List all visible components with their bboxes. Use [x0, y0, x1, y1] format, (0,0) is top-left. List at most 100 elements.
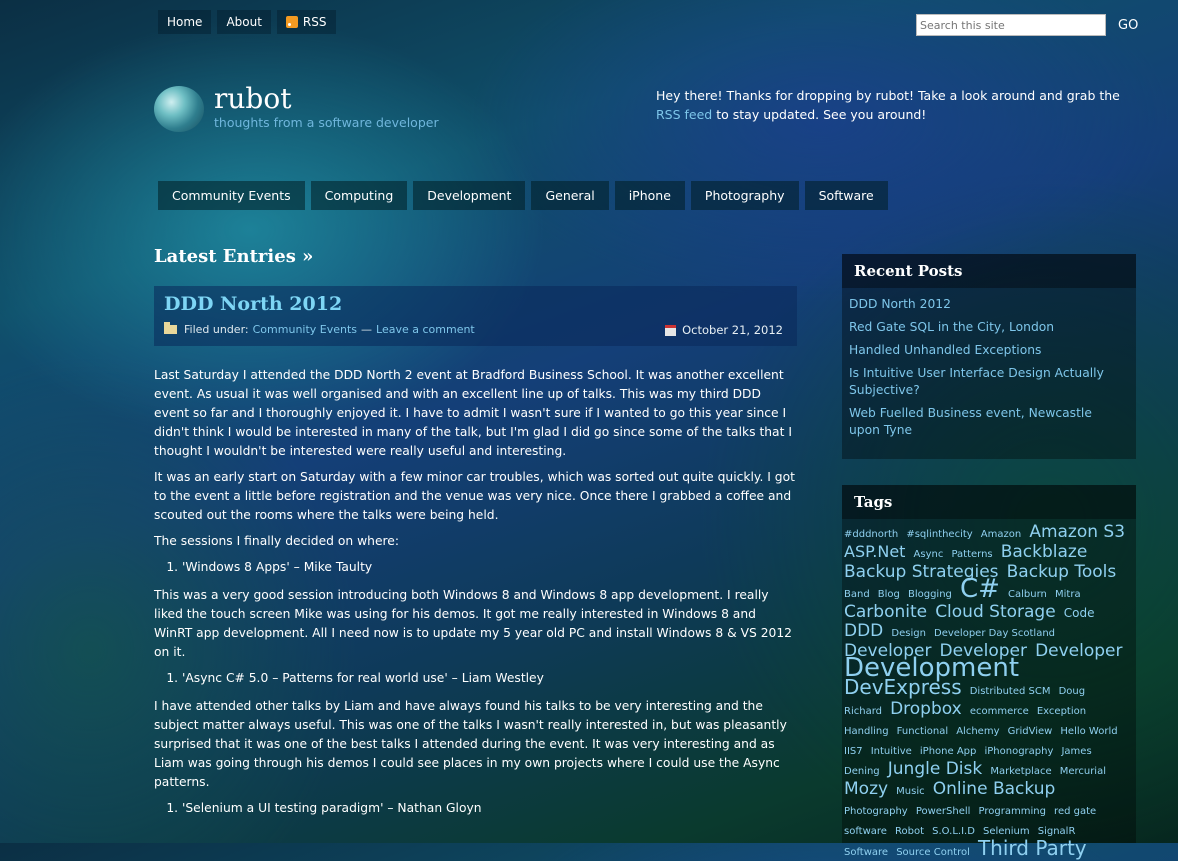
tag-link[interactable]: S.O.L.I.D	[932, 826, 975, 837]
tag-link[interactable]: C#	[960, 574, 1000, 604]
top-nav: Home About RSS	[158, 10, 336, 34]
tag-link[interactable]: iPhonography	[984, 746, 1053, 757]
tag-link[interactable]: Distributed SCM	[970, 686, 1051, 697]
post-meta: Filed under: Community Events — Leave a …	[164, 322, 475, 336]
tag-link[interactable]: Design	[891, 628, 926, 639]
search-input[interactable]	[916, 14, 1106, 36]
post-paragraph: The sessions I finally decided on where:	[154, 534, 400, 548]
session-list: 'Async C# 5.0 – Patterns for real world …	[154, 669, 797, 688]
tag-link[interactable]: Backup Tools	[1007, 562, 1117, 582]
tag-link[interactable]: Blog	[878, 589, 900, 600]
tag-link[interactable]: Third Party	[978, 836, 1087, 860]
folder-icon	[164, 322, 177, 334]
site-tagline: thoughts from a software developer	[214, 115, 439, 130]
tag-link[interactable]: Exception	[1037, 706, 1086, 717]
category-software[interactable]: Software	[804, 181, 888, 210]
tag-link[interactable]: Amazon S3	[1029, 522, 1125, 542]
recent-posts-title: Recent Posts	[842, 254, 1136, 288]
tag-link[interactable]: Functional	[897, 726, 948, 737]
nav-home-label: Home	[167, 15, 203, 29]
post-paragraph: I have attended other talks by Liam and …	[154, 699, 787, 789]
category-development[interactable]: Development	[413, 181, 526, 210]
tag-link[interactable]: Mercurial	[1060, 766, 1106, 777]
tag-link[interactable]: Dening	[844, 766, 880, 777]
category-community-events[interactable]: Community Events	[158, 181, 305, 210]
tag-link[interactable]: Dropbox	[890, 699, 962, 719]
recent-post-link[interactable]: Is Intuitive User Interface Design Actua…	[849, 366, 1104, 397]
tag-link[interactable]: ecommerce	[970, 706, 1029, 717]
rss-feed-link[interactable]: RSS feed	[656, 107, 712, 122]
category-computing[interactable]: Computing	[310, 181, 408, 210]
tag-link[interactable]: Marketplace	[990, 766, 1051, 777]
session-item: 'Selenium a UI testing paradigm' – Natha…	[182, 799, 797, 818]
tag-link[interactable]: iPhone App	[920, 746, 976, 757]
post-header: DDD North 2012 Filed under: Community Ev…	[154, 286, 797, 346]
tag-link[interactable]: DevExpress	[844, 675, 962, 699]
tags-title: Tags	[842, 485, 1136, 519]
welcome-text-before: Hey there! Thanks for dropping by rubot!…	[656, 88, 1120, 103]
recent-post-link[interactable]: DDD North 2012	[849, 297, 951, 311]
tag-link[interactable]: Carbonite	[844, 602, 927, 622]
site-logo[interactable]: rubot thoughts from a software developer	[154, 82, 439, 132]
nav-home[interactable]: Home	[158, 10, 212, 34]
tag-link[interactable]: Cloud Storage	[935, 602, 1055, 622]
tag-link[interactable]: Developer Day Scotland	[934, 628, 1055, 639]
tag-link[interactable]: Hello World	[1060, 726, 1117, 737]
calendar-icon	[665, 324, 677, 336]
post-category-link[interactable]: Community Events	[253, 323, 357, 336]
tag-link[interactable]: #sqlinthecity	[906, 529, 972, 540]
recent-posts-list: DDD North 2012 Red Gate SQL in the City,…	[842, 296, 1136, 439]
tag-link[interactable]: Programming	[979, 806, 1046, 817]
tag-link[interactable]: Async	[914, 549, 944, 560]
post-paragraph: It was an early start on Saturday with a…	[154, 470, 795, 522]
nav-rss-label: RSS	[302, 15, 327, 29]
tag-link[interactable]: DDD	[844, 621, 883, 641]
tag-link[interactable]: IIS7	[844, 746, 863, 757]
tag-link[interactable]: Patterns	[951, 549, 992, 560]
tag-link[interactable]: Band	[844, 589, 870, 600]
category-iphone[interactable]: iPhone	[614, 181, 685, 210]
tag-link[interactable]: Robot	[895, 826, 924, 837]
category-photography[interactable]: Photography	[690, 181, 799, 210]
tag-link[interactable]: #dddnorth	[844, 529, 898, 540]
tag-link[interactable]: Code	[1064, 606, 1095, 620]
tag-link[interactable]: Mitra	[1055, 589, 1081, 600]
search-go-button[interactable]: GO	[1114, 16, 1142, 35]
tag-link[interactable]: Alchemy	[956, 726, 999, 737]
leave-comment-link[interactable]: Leave a comment	[376, 323, 475, 336]
tag-link[interactable]: Software	[844, 847, 888, 858]
post-title[interactable]: DDD North 2012	[164, 293, 342, 315]
nav-about[interactable]: About	[217, 10, 271, 34]
tag-link[interactable]: PowerShell	[916, 806, 971, 817]
recent-post-link[interactable]: Web Fuelled Business event, Newcastle up…	[849, 406, 1092, 437]
tag-link[interactable]: GridView	[1008, 726, 1053, 737]
tag-link[interactable]: Jungle Disk	[888, 759, 982, 779]
tag-link[interactable]: ASP.Net	[844, 542, 905, 561]
tag-link[interactable]: Handling	[844, 726, 889, 737]
tag-link[interactable]: Amazon	[981, 529, 1021, 540]
meta-separator: —	[361, 323, 373, 336]
tag-link[interactable]: Calburn	[1008, 589, 1047, 600]
tag-link[interactable]: Intuitive	[871, 746, 912, 757]
session-list: 'Selenium a UI testing paradigm' – Natha…	[154, 799, 797, 818]
recent-post-link[interactable]: Red Gate SQL in the City, London	[849, 320, 1054, 334]
tag-link[interactable]: Doug	[1059, 686, 1086, 697]
tag-link[interactable]: Online Backup	[933, 779, 1056, 799]
site-title[interactable]: rubot	[214, 82, 439, 115]
nav-about-label: About	[226, 15, 262, 29]
post-paragraph: This was a very good session introducing…	[154, 588, 793, 659]
tag-link[interactable]: Backblaze	[1001, 542, 1088, 562]
tag-link[interactable]: Blogging	[908, 589, 952, 600]
tag-link[interactable]: Mozy	[844, 779, 888, 799]
tag-link[interactable]: Photography	[844, 806, 908, 817]
tag-link[interactable]: Music	[896, 786, 924, 797]
tag-link[interactable]: James	[1061, 746, 1091, 757]
tag-link[interactable]: Richard	[844, 706, 882, 717]
tag-link[interactable]: Developer	[1035, 641, 1122, 661]
category-general[interactable]: General	[531, 181, 609, 210]
tag-link[interactable]: Source Control	[896, 847, 970, 858]
nav-rss[interactable]: RSS	[276, 10, 336, 34]
welcome-message: Hey there! Thanks for dropping by rubot!…	[656, 86, 1131, 124]
recent-post-link[interactable]: Handled Unhandled Exceptions	[849, 343, 1041, 357]
post-date-text: October 21, 2012	[682, 323, 783, 337]
